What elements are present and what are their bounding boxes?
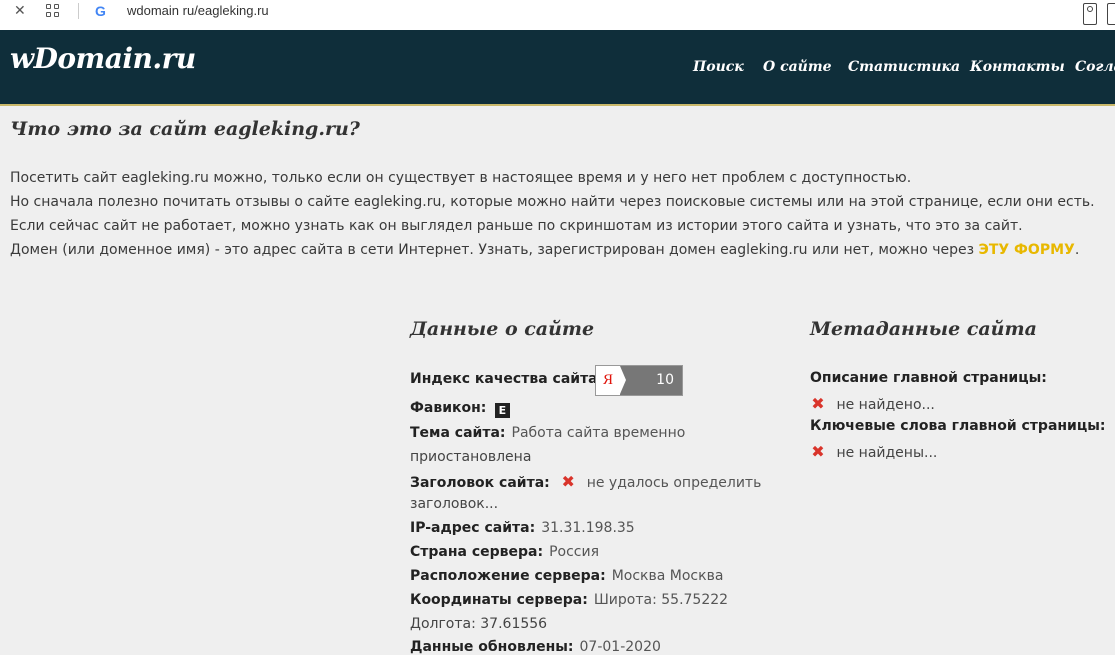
theme-value-cont: приостановлена — [410, 449, 532, 465]
theme-value: Работа сайта временно — [511, 425, 686, 441]
google-icon: G — [95, 3, 106, 19]
nav-search[interactable]: Поиск — [693, 59, 744, 75]
intro-line-text: Домен (или доменное имя) - это адрес сай… — [10, 242, 979, 258]
coords-longitude: Долгота: 37.61556 — [410, 616, 548, 632]
yandex-quality-badge[interactable]: Я 10 — [595, 365, 683, 396]
ip-row: IP-адрес сайта: 31.31.198.35 — [410, 520, 635, 536]
nav-about[interactable]: О сайте — [763, 59, 832, 75]
browser-toolbar: ✕ G wdomain ru/eagleking.ru — [0, 0, 1115, 30]
quality-index-value: 10 — [656, 372, 674, 388]
theme-row-cont: приостановлена — [410, 449, 531, 465]
description-label: Описание главной страницы: — [810, 370, 1047, 386]
site-data-title: Данные о сайте — [410, 318, 595, 340]
ip-value: 31.31.198.35 — [541, 520, 635, 536]
coords-row: Координаты сервера: Широта: 55.75222 — [410, 592, 728, 608]
coords-latitude: Широта: 55.75222 — [593, 592, 729, 608]
heading-value: не удалось определить — [586, 475, 762, 491]
toolbar-divider — [78, 3, 79, 19]
favicon-row: Фавикон: E — [410, 400, 510, 418]
keywords-value-row: ✖ не найдены... — [810, 442, 937, 461]
keywords-value: не найдены... — [836, 445, 938, 461]
apps-grid-icon[interactable] — [46, 4, 60, 26]
camera-icon[interactable] — [1083, 3, 1097, 25]
intro-text: Посетить сайт eagleking.ru можно, только… — [10, 166, 1115, 262]
country-row: Страна сервера: Россия — [410, 544, 599, 560]
coords-label: Координаты сервера: — [410, 592, 588, 608]
description-value: не найдено... — [836, 397, 935, 413]
heading-label: Заголовок сайта: — [410, 475, 550, 491]
nav-contacts[interactable]: Контакты — [970, 59, 1065, 75]
country-value: Россия — [549, 544, 600, 560]
favicon-icon: E — [494, 403, 510, 418]
description-value-row: ✖ не найдено... — [810, 394, 935, 413]
heading-row: Заголовок сайта: ✖ не удалось определить — [410, 472, 761, 491]
intro-line-end: . — [1074, 242, 1080, 258]
keywords-row: Ключевые слова главной страницы: — [810, 418, 1106, 434]
quality-index-label: Индекс качества сайта: — [410, 371, 604, 387]
address-bar[interactable]: wdomain ru/eagleking.ru — [127, 0, 269, 22]
theme-label: Тема сайта: — [410, 425, 506, 441]
nav-statistics[interactable]: Статистика — [848, 59, 960, 75]
theme-row: Тема сайта: Работа сайта временно — [410, 425, 685, 441]
location-label: Расположение сервера: — [410, 568, 606, 584]
site-header: wDomain.ru Поиск О сайте Статистика Конт… — [0, 30, 1115, 106]
cast-icon[interactable] — [1107, 3, 1115, 25]
intro-line: Если сейчас сайт не работает, можно узна… — [10, 218, 1023, 234]
location-row: Расположение сервера: Москва Москва — [410, 568, 723, 584]
error-icon: ✖ — [811, 394, 825, 413]
whois-form-link[interactable]: ЭТУ ФОРМУ — [979, 242, 1075, 258]
nav-agreement[interactable]: Согла — [1075, 59, 1115, 75]
error-icon: ✖ — [811, 442, 825, 461]
quality-index-row: Индекс качества сайта: — [410, 371, 603, 387]
metadata-title: Метаданные сайта — [810, 318, 1037, 340]
location-value: Москва Москва — [611, 568, 724, 584]
heading-value-cont: заголовок... — [410, 496, 499, 512]
yandex-icon: Я — [596, 366, 626, 395]
ip-label: IP-адрес сайта: — [410, 520, 536, 536]
intro-line: Посетить сайт eagleking.ru можно, только… — [10, 170, 912, 186]
heading-row-cont: заголовок... — [410, 496, 498, 512]
close-icon[interactable]: ✕ — [14, 0, 26, 22]
page-title: Что это за сайт eagleking.ru? — [10, 118, 360, 140]
intro-line: Домен (или доменное имя) - это адрес сай… — [10, 238, 1115, 262]
error-icon: ✖ — [561, 472, 575, 491]
description-row: Описание главной страницы: — [810, 370, 1047, 386]
keywords-label: Ключевые слова главной страницы: — [810, 418, 1106, 434]
country-label: Страна сервера: — [410, 544, 544, 560]
favicon-label: Фавикон: — [410, 400, 487, 416]
intro-line: Но сначала полезно почитать отзывы о сай… — [10, 194, 1095, 210]
coords-row-cont: Долгота: 37.61556 — [410, 616, 547, 632]
site-logo[interactable]: wDomain.ru — [10, 42, 196, 75]
